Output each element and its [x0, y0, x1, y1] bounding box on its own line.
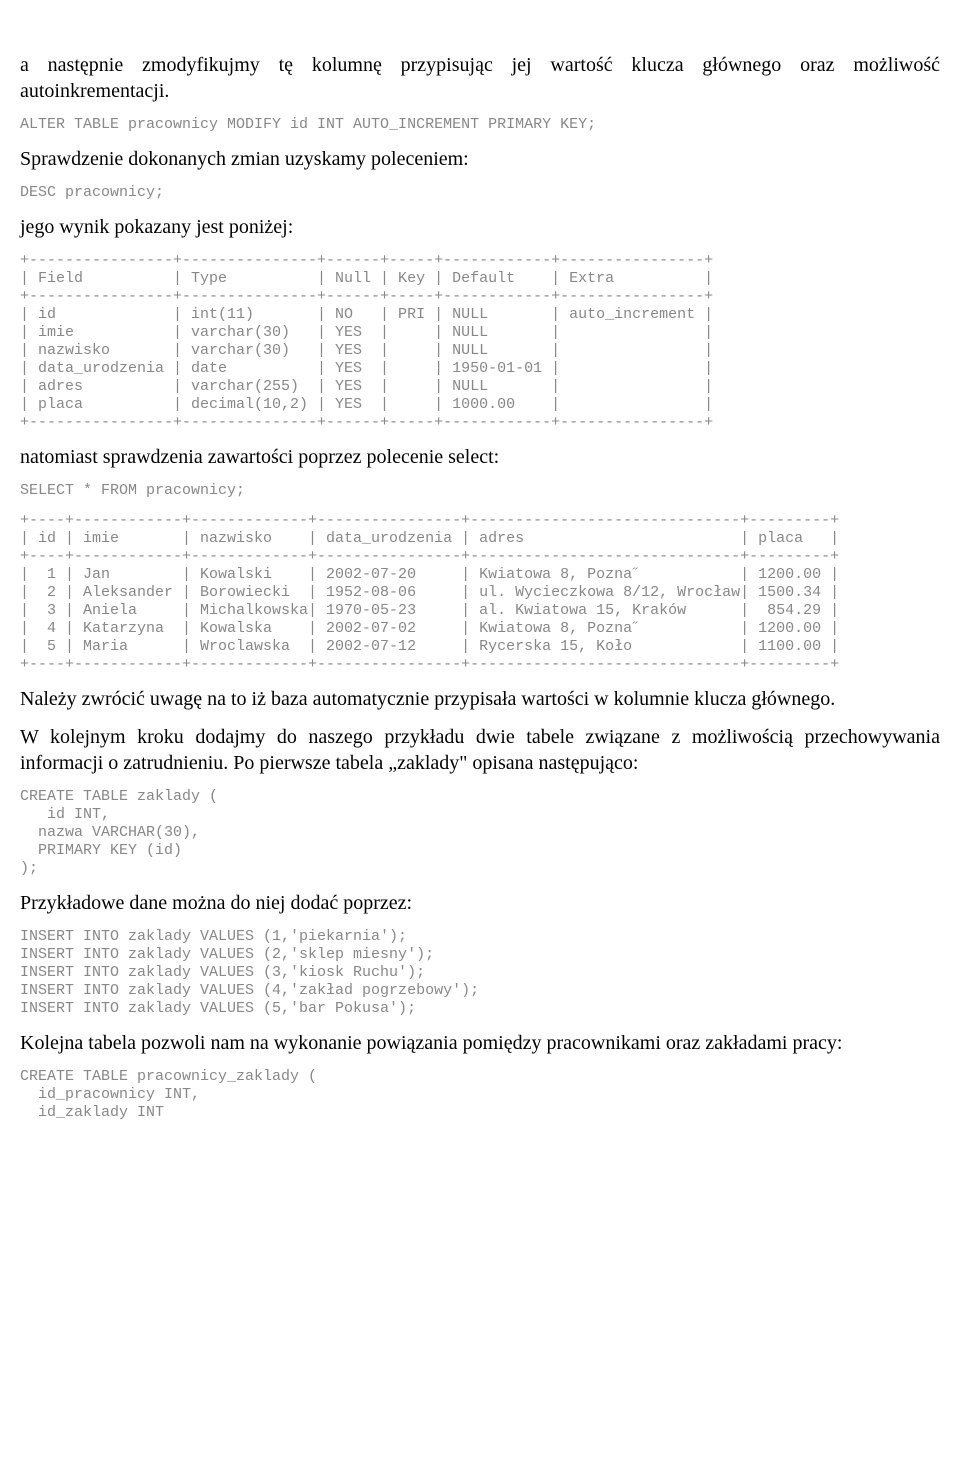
paragraph-intro: a następnie zmodyfikujmy tę kolumnę przy…: [20, 52, 940, 104]
code-create-pracownicy-zaklady: CREATE TABLE pracownicy_zaklady ( id_pra…: [20, 1068, 940, 1122]
code-insert-zaklady: INSERT INTO zaklady VALUES (1,'piekarnia…: [20, 928, 940, 1018]
paragraph-result: jego wynik pokazany jest poniżej:: [20, 214, 940, 240]
paragraph-select-intro: natomiast sprawdzenia zawartości poprzez…: [20, 444, 940, 470]
paragraph-insert-intro: Przykładowe dane można do niej dodać pop…: [20, 890, 940, 916]
paragraph-check: Sprawdzenie dokonanych zmian uzyskamy po…: [20, 146, 940, 172]
paragraph-relation: Kolejna tabela pozwoli nam na wykonanie …: [20, 1030, 940, 1056]
code-create-zaklady: CREATE TABLE zaklady ( id INT, nazwa VAR…: [20, 788, 940, 878]
code-select: SELECT * FROM pracownicy;: [20, 482, 940, 500]
code-alter-table: ALTER TABLE pracownicy MODIFY id INT AUT…: [20, 116, 940, 134]
code-desc: DESC pracownicy;: [20, 184, 940, 202]
paragraph-note: Należy zwrócić uwagę na to iż baza autom…: [20, 686, 940, 712]
paragraph-next-step: W kolejnym kroku dodajmy do naszego przy…: [20, 724, 940, 776]
code-desc-output: +----------------+---------------+------…: [20, 252, 940, 432]
code-select-output: +----+------------+-------------+-------…: [20, 512, 940, 674]
